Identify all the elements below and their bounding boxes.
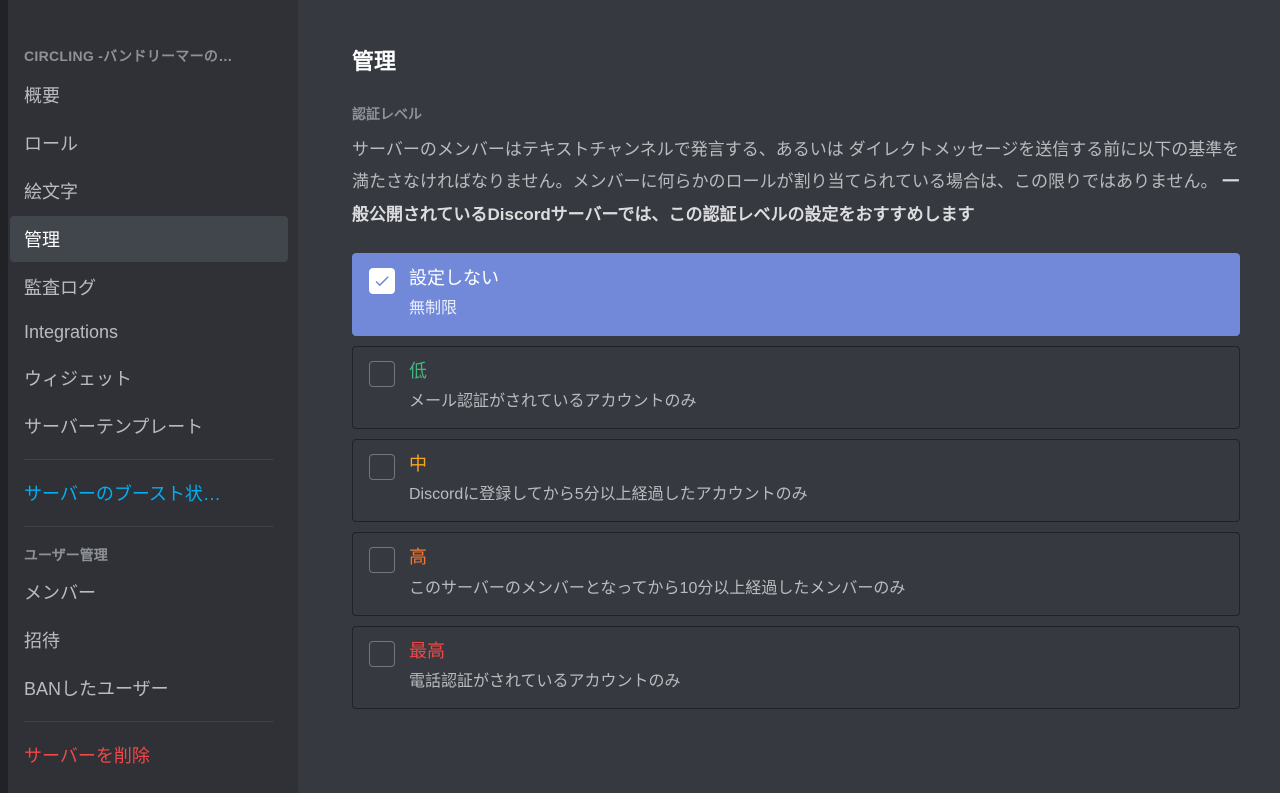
sidebar-nav-main: 概要ロール絵文字管理監査ログIntegrationsウィジェットサーバーテンプレ… (10, 72, 288, 449)
option-title: 中 (409, 452, 1223, 477)
checkbox[interactable] (369, 454, 395, 480)
checkbox[interactable] (369, 361, 395, 387)
scrollbar-track (0, 0, 8, 793)
sidebar-item-audit[interactable]: 監査ログ (10, 264, 288, 310)
option-body: 中 Discordに登録してから5分以上経過したアカウントのみ (409, 452, 1223, 507)
option-body: 設定しない無制限 (409, 266, 1223, 321)
sidebar-item-emoji[interactable]: 絵文字 (10, 168, 288, 214)
verification-options: 設定しない無制限低メール認証がされているアカウントのみ中 Discordに登録して… (352, 253, 1240, 709)
sidebar-item-boost[interactable]: サーバーのブースト状… (10, 470, 288, 516)
sidebar-item-members[interactable]: メンバー (10, 569, 288, 615)
section-description-text: サーバーのメンバーはテキストチャンネルで発言する、あるいは ダイレクトメッセージ… (352, 140, 1239, 191)
sidebar-item-overview[interactable]: 概要 (10, 72, 288, 118)
sidebar-item-moderation[interactable]: 管理 (10, 216, 288, 262)
option-desc: 無制限 (409, 297, 1223, 321)
sidebar-item-bans[interactable]: BANしたユーザー (10, 665, 288, 711)
option-title: 設定しない (409, 266, 1223, 291)
checkbox[interactable] (369, 547, 395, 573)
check-icon (373, 272, 391, 290)
verification-option-high[interactable]: 高このサーバーのメンバーとなってから10分以上経過したメンバーのみ (352, 532, 1240, 615)
option-body: 高このサーバーのメンバーとなってから10分以上経過したメンバーのみ (409, 545, 1223, 600)
sidebar-item-template[interactable]: サーバーテンプレート (10, 403, 288, 449)
option-desc: このサーバーのメンバーとなってから10分以上経過したメンバーのみ (409, 577, 1223, 601)
verification-option-none[interactable]: 設定しない無制限 (352, 253, 1240, 336)
settings-content: 管理 認証レベル サーバーのメンバーはテキストチャンネルで発言する、あるいは ダ… (298, 0, 1280, 793)
divider (24, 459, 274, 460)
verification-option-low[interactable]: 低メール認証がされているアカウントのみ (352, 346, 1240, 429)
checkbox[interactable] (369, 641, 395, 667)
section-description: サーバーのメンバーはテキストチャンネルで発言する、あるいは ダイレクトメッセージ… (352, 134, 1240, 231)
sidebar-nav-user: メンバー招待BANしたユーザー (10, 569, 288, 711)
sidebar-subheader-user-mgmt: ユーザー管理 (10, 537, 288, 569)
option-body: 低メール認証がされているアカウントのみ (409, 359, 1223, 414)
verification-option-highest[interactable]: 最高電話認証がされているアカウントのみ (352, 626, 1240, 709)
sidebar-item-roles[interactable]: ロール (10, 120, 288, 166)
settings-sidebar: CIRCLING -バンドリーマーの… 概要ロール絵文字管理監査ログIntegr… (0, 0, 298, 793)
divider (24, 526, 274, 527)
option-title: 最高 (409, 639, 1223, 664)
option-desc: メール認証がされているアカウントのみ (409, 390, 1223, 414)
divider (24, 721, 274, 722)
option-body: 最高電話認証がされているアカウントのみ (409, 639, 1223, 694)
sidebar-item-delete-server[interactable]: サーバーを削除 (10, 732, 288, 778)
section-label-verification: 認証レベル (352, 104, 1240, 124)
page-title: 管理 (352, 44, 1240, 76)
sidebar-item-integrations[interactable]: Integrations (10, 312, 288, 353)
verification-option-medium[interactable]: 中 Discordに登録してから5分以上経過したアカウントのみ (352, 439, 1240, 522)
option-title: 低 (409, 359, 1223, 384)
option-desc: 電話認証がされているアカウントのみ (409, 670, 1223, 694)
checkbox[interactable] (369, 268, 395, 294)
option-desc: Discordに登録してから5分以上経過したアカウントのみ (409, 483, 1223, 507)
server-name-heading: CIRCLING -バンドリーマーの… (10, 40, 288, 72)
sidebar-item-invites[interactable]: 招待 (10, 617, 288, 663)
sidebar-item-widget[interactable]: ウィジェット (10, 355, 288, 401)
option-title: 高 (409, 545, 1223, 570)
